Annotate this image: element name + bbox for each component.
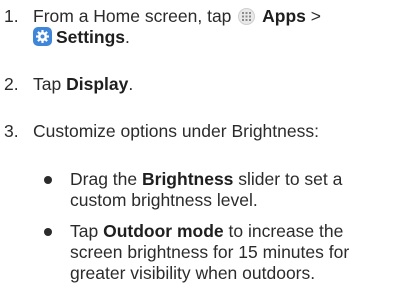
bullet-line-2: custom brightness level. — [70, 190, 258, 210]
step-end: . — [128, 74, 134, 94]
outdoor-mode-label: Outdoor mode — [103, 221, 224, 241]
display-label: Display — [66, 74, 129, 94]
step-number: 1. — [4, 6, 19, 26]
bullet-rest: slider to set a — [238, 169, 343, 189]
bullet-text: Drag the Brightness slider to set a cust… — [70, 169, 405, 211]
step-number: 2. — [4, 74, 19, 94]
step-text: From a Home screen, tap Apps > Settings. — [33, 6, 403, 48]
step-text-part: From a Home screen, tap — [33, 6, 232, 26]
apps-grid-icon — [238, 8, 256, 25]
step-number: 3. — [4, 121, 19, 141]
separator: > — [310, 6, 322, 26]
settings-label: Settings — [56, 27, 126, 47]
bullet-dot — [44, 176, 52, 184]
settings-gear-icon — [33, 27, 52, 46]
bullet-dot — [44, 228, 52, 236]
step-end: . — [125, 27, 130, 47]
step-text: Customize options under Brightness: — [33, 121, 319, 141]
brightness-label: Brightness — [142, 169, 234, 189]
step-text: Tap Display. — [33, 74, 403, 95]
bullet-pre: Drag the — [70, 169, 138, 189]
apps-label: Apps — [262, 6, 306, 26]
bullet-rest: to increase the — [228, 221, 344, 241]
bullet-text: Tap Outdoor mode to increase the screen … — [70, 221, 405, 284]
bullet-line-2: screen brightness for 15 minutes for — [70, 242, 350, 262]
bullet-line-3: greater visibility when outdoors. — [70, 263, 316, 283]
bullet-pre: Tap — [70, 221, 99, 241]
step-text-part: Tap — [33, 74, 62, 94]
